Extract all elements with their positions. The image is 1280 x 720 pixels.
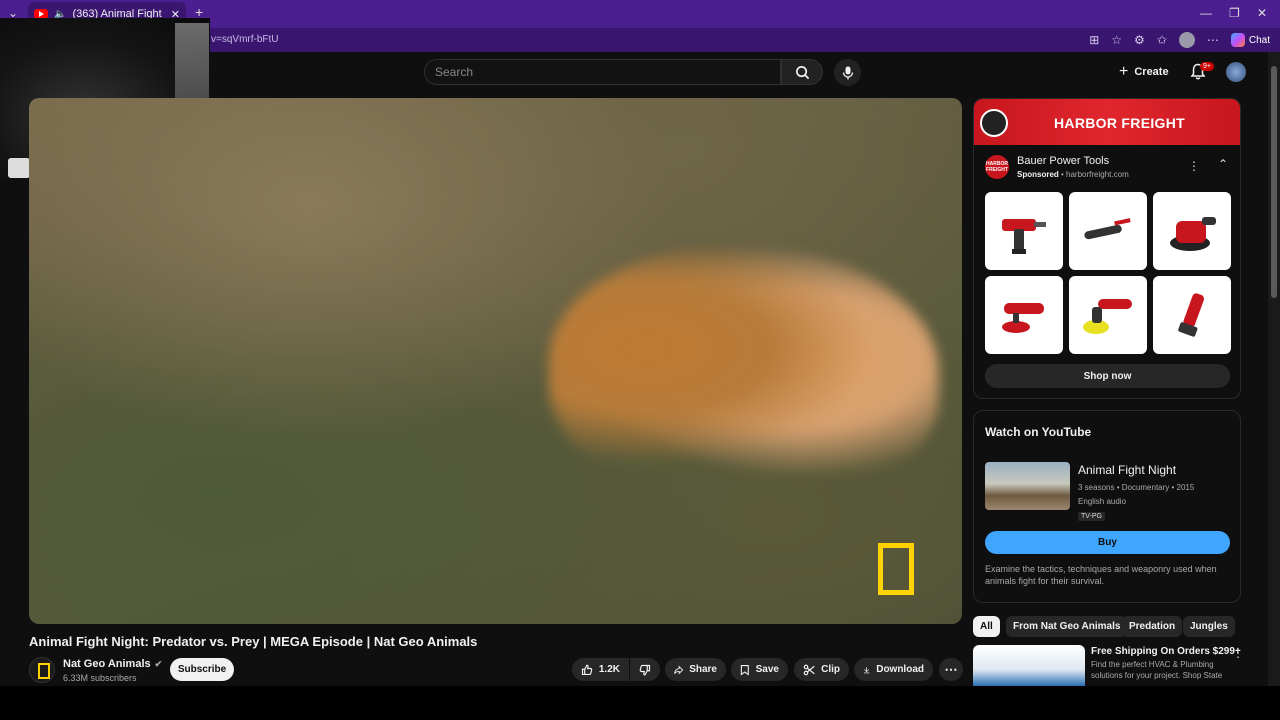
polisher-icon: [1002, 303, 1044, 333]
product-tile-polisher[interactable]: [985, 276, 1063, 354]
scrollbar-thumb[interactable]: [1271, 66, 1277, 298]
restore-icon[interactable]: ❐: [1229, 6, 1240, 20]
product-tile-orbital-sander[interactable]: [1153, 192, 1231, 270]
more-icon[interactable]: ⋯: [1207, 33, 1219, 47]
more-actions-button[interactable]: ⋯: [939, 658, 963, 681]
ad-domain: harborfreight.com: [1066, 170, 1129, 179]
product-tile-drill[interactable]: [985, 192, 1063, 270]
favorites-icon[interactable]: ✩: [1157, 33, 1167, 47]
microphone-icon: [842, 66, 853, 79]
watch-on-youtube-card: Watch on YouTube Animal Fight Night 3 se…: [973, 410, 1241, 603]
user-avatar[interactable]: [1226, 62, 1246, 82]
next-ad-menu-icon[interactable]: ⋮: [1232, 646, 1244, 660]
chat-label: Chat: [1248, 34, 1270, 46]
clip-button[interactable]: Clip: [794, 658, 849, 681]
copilot-icon: [1230, 33, 1245, 47]
download-button[interactable]: Download: [854, 658, 933, 681]
watch-on-youtube-heading: Watch on YouTube: [985, 425, 1092, 439]
chip-from-channel[interactable]: From Nat Geo Animals: [1006, 616, 1128, 637]
scissors-icon: [803, 664, 815, 675]
video-player[interactable]: [29, 98, 962, 624]
copilot-chat-button[interactable]: Chat: [1230, 33, 1270, 47]
sponsored-ad-card: HARBOR FREIGHT HARBOR FREIGHT Bauer Powe…: [973, 98, 1241, 399]
profile-avatar[interactable]: [1178, 32, 1195, 48]
dual-action-polisher-icon: [1083, 299, 1132, 334]
dislike-button[interactable]: [630, 658, 660, 681]
channel-name-text: Nat Geo Animals: [63, 658, 151, 670]
clip-label: Clip: [821, 664, 840, 675]
voice-search-button[interactable]: [834, 59, 861, 86]
show-description: Examine the tactics, techniques and weap…: [985, 564, 1217, 586]
close-window-icon[interactable]: ✕: [1257, 6, 1267, 20]
thumbs-down-icon: [639, 664, 651, 675]
url-text[interactable]: v=sqVmrf-bFtU: [211, 34, 279, 45]
collapse-chevron-up-icon[interactable]: ⌃: [1218, 157, 1228, 171]
cordless-screwdriver-icon: [1178, 293, 1205, 337]
like-count: 1.2K: [598, 664, 620, 675]
show-thumbnail[interactable]: [985, 462, 1070, 510]
show-audio: English audio: [1078, 497, 1127, 506]
bookmark-icon: [740, 664, 749, 676]
download-icon: [863, 666, 870, 673]
webcam-cup: [8, 158, 30, 178]
subscribe-button[interactable]: Subscribe: [170, 658, 234, 681]
youtube-header: Search + Create 9+: [210, 52, 1270, 94]
favorite-star-icon[interactable]: ☆: [1111, 33, 1122, 47]
like-button[interactable]: 1.2K: [572, 658, 629, 681]
ad-banner-text: HARBOR FREIGHT: [1054, 115, 1185, 131]
ad-menu-icon[interactable]: ⋮: [1188, 159, 1200, 173]
bottom-black-bar: [0, 686, 1280, 720]
app-available-icon[interactable]: ⊞: [1089, 33, 1099, 47]
share-icon: [674, 664, 684, 675]
extensions-icon[interactable]: ⚙: [1134, 33, 1145, 47]
show-title[interactable]: Animal Fight Night: [1078, 463, 1176, 477]
channel-name[interactable]: Nat Geo Animals ✔: [63, 658, 162, 670]
product-tile-cordless-screwdriver[interactable]: [1153, 276, 1231, 354]
show-meta: 3 seasons • Documentary • 2015: [1078, 483, 1195, 492]
search-button[interactable]: [781, 59, 823, 85]
sponsored-label: Sponsored: [1017, 170, 1059, 179]
advertiser-name[interactable]: Bauer Power Tools: [1017, 155, 1109, 167]
download-label: Download: [876, 664, 924, 675]
natgeo-watermark-icon: [878, 543, 914, 595]
save-button[interactable]: Save: [731, 658, 788, 681]
minimize-icon[interactable]: —: [1200, 6, 1212, 20]
shop-now-button[interactable]: Shop now: [985, 364, 1230, 388]
ad-banner[interactable]: HARBOR FREIGHT: [974, 99, 1240, 145]
share-label: Share: [689, 664, 717, 675]
harbor-freight-logo-icon: [980, 109, 1008, 137]
video-frame-lion: [549, 248, 939, 498]
save-label: Save: [755, 664, 779, 675]
content-rating-badge: TV-PG: [1078, 512, 1106, 521]
channel-avatar[interactable]: [29, 657, 55, 683]
rotary-tool-icon: [1084, 218, 1131, 240]
next-ad-description: Find the perfect HVAC & Plumbing solutio…: [1091, 660, 1223, 680]
next-ad-thumbnail[interactable]: [973, 645, 1085, 686]
next-ad-title[interactable]: Free Shipping On Orders $299+: [1091, 646, 1241, 657]
share-button[interactable]: Share: [665, 658, 726, 681]
drill-icon: [1002, 219, 1046, 254]
thumbs-up-icon: [581, 664, 593, 675]
create-button[interactable]: + Create: [1119, 63, 1169, 81]
subscriber-count: 6.33M subscribers: [63, 673, 137, 683]
page-scrollbar[interactable]: [1268, 52, 1280, 686]
advertiser-logo[interactable]: HARBOR FREIGHT: [985, 155, 1009, 179]
notification-badge: 9+: [1200, 62, 1214, 71]
search-icon: [795, 65, 809, 79]
video-title: Animal Fight Night: Predator vs. Prey | …: [29, 634, 478, 649]
chip-predation[interactable]: Predation: [1122, 616, 1183, 637]
plus-icon: +: [1119, 63, 1129, 80]
chip-jungles[interactable]: Jungles: [1183, 616, 1235, 637]
buy-button[interactable]: Buy: [985, 531, 1230, 554]
verified-icon: ✔: [154, 658, 163, 669]
orbital-sander-icon: [1170, 217, 1216, 251]
ad-sponsored-line: Sponsored • harborfreight.com: [1017, 170, 1129, 179]
create-label: Create: [1134, 66, 1169, 78]
more-horizontal-icon: ⋯: [944, 661, 958, 677]
product-tile-dual-action-polisher[interactable]: [1069, 276, 1147, 354]
search-input[interactable]: Search: [424, 59, 781, 85]
chip-all[interactable]: All: [973, 616, 1000, 637]
product-tile-rotary-tool[interactable]: [1069, 192, 1147, 270]
